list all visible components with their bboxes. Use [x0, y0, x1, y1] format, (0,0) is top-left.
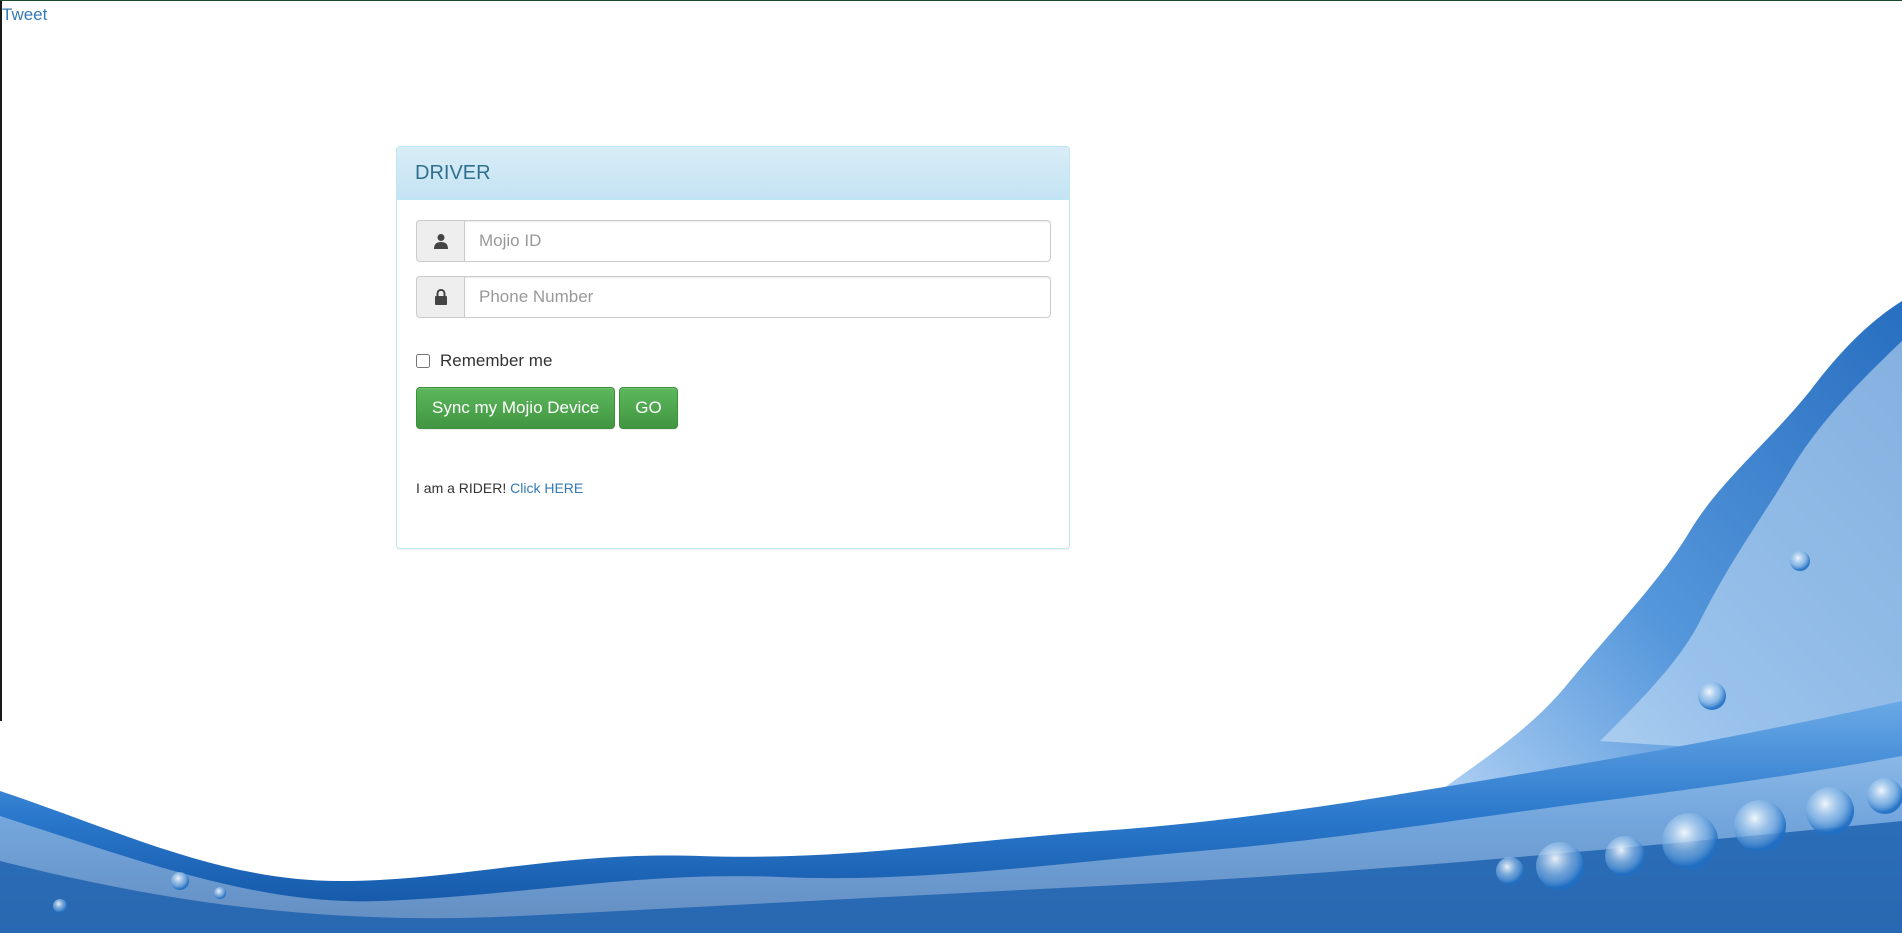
mojio-id-group: [416, 220, 1051, 262]
rider-text: I am a RIDER!: [416, 480, 507, 496]
driver-login-panel: DRIVER Mojio ID Phone Number Remember me…: [396, 146, 1070, 549]
panel-title: DRIVER: [415, 161, 491, 184]
tweet-link[interactable]: Tweet: [2, 5, 47, 25]
rider-prompt: I am a RIDER! Click HERE: [416, 480, 1050, 496]
mojio-id-input[interactable]: [464, 220, 1051, 262]
phone-number-input[interactable]: [464, 276, 1051, 318]
remember-me-row: Remember me: [416, 350, 1050, 372]
phone-number-group: [416, 276, 1051, 318]
go-button[interactable]: GO: [619, 387, 678, 429]
panel-heading: DRIVER: [397, 147, 1069, 200]
rider-click-here-link[interactable]: Click HERE: [510, 480, 583, 496]
button-row: Sync my Mojio Device GO: [416, 387, 1050, 429]
panel-body: Remember me Sync my Mojio Device GO I am…: [397, 200, 1069, 516]
remember-me-label[interactable]: Remember me: [440, 351, 552, 371]
user-icon: [416, 220, 464, 262]
remember-me-checkbox[interactable]: [416, 354, 430, 368]
lock-icon: [416, 276, 464, 318]
page: Tweet DRIVER Mojio ID Phone Number Remem…: [0, 0, 1902, 933]
sync-mojio-device-button[interactable]: Sync my Mojio Device: [416, 387, 616, 429]
